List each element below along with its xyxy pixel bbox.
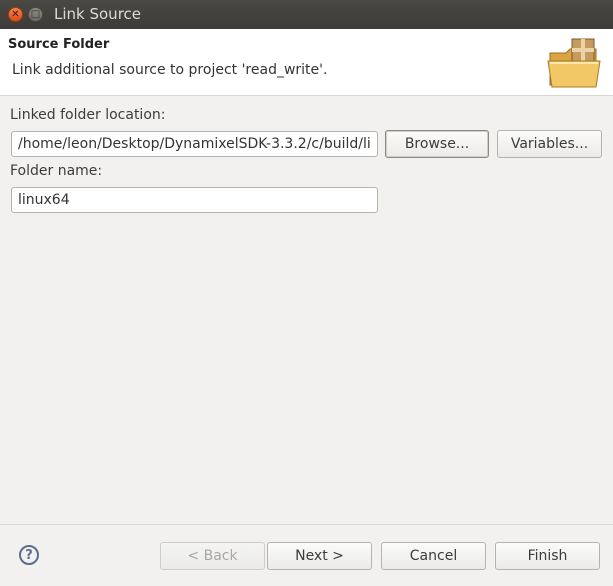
close-icon: ✕ <box>11 8 20 20</box>
wizard-header: Source Folder Link additional source to … <box>0 29 613 96</box>
browse-button[interactable]: Browse... <box>385 130 489 158</box>
title-bar: ✕ □ Link Source <box>0 0 613 29</box>
next-button[interactable]: Next > <box>267 542 372 570</box>
page-description: Link additional source to project 'read_… <box>12 62 328 78</box>
back-button[interactable]: < Back <box>160 542 265 570</box>
finish-button[interactable]: Finish <box>495 542 600 570</box>
footer-separator <box>0 524 613 525</box>
folder-name-input[interactable]: linux64 <box>11 187 378 213</box>
maximize-window-button[interactable]: □ <box>28 7 43 22</box>
help-icon: ? <box>25 547 33 563</box>
cancel-button[interactable]: Cancel <box>381 542 486 570</box>
folder-package-icon <box>547 38 601 88</box>
linked-folder-location-label: Linked folder location: <box>10 107 166 123</box>
folder-name-label: Folder name: <box>10 163 103 179</box>
window-title: Link Source <box>54 5 142 23</box>
page-title: Source Folder <box>8 37 110 52</box>
variables-button[interactable]: Variables... <box>497 130 602 158</box>
help-button[interactable]: ? <box>19 545 39 565</box>
maximize-icon: □ <box>30 8 41 20</box>
linked-folder-location-input[interactable]: /home/leon/Desktop/DynamixelSDK-3.3.2/c/… <box>11 131 378 157</box>
close-window-button[interactable]: ✕ <box>8 7 23 22</box>
